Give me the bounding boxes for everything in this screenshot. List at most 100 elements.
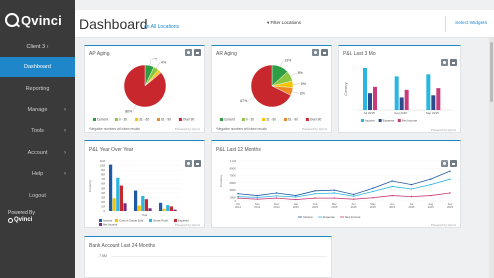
data-point [430, 178, 432, 180]
card-tools [185, 49, 201, 56]
select-widgets-button[interactable]: Select Widgets [455, 21, 487, 26]
client-selector[interactable]: Client 3 › [0, 40, 75, 54]
bar [166, 205, 170, 211]
data-point [449, 178, 451, 180]
download-icon[interactable] [194, 49, 201, 56]
data-point [314, 190, 316, 192]
y-tick-label: 9M [101, 168, 106, 172]
legend-swatch [99, 219, 102, 222]
chevron-right-icon: › [64, 107, 66, 113]
data-point [333, 189, 336, 191]
data-point [449, 192, 451, 194]
view-icon[interactable] [312, 49, 319, 56]
pl-12mo-line-chart: 1.1M900K700K500K300K100K0CurrencyOct2014… [219, 159, 453, 219]
bar [169, 206, 173, 211]
sidebar-item-manage[interactable]: Manage › [0, 100, 75, 120]
sidebar-item-logout[interactable]: Logout [0, 186, 75, 206]
slice-label: 7% [152, 58, 157, 61]
legend-swatch [178, 118, 182, 121]
gridline [111, 256, 327, 257]
filter-locations-label: Filter Locations [270, 20, 302, 25]
x-tick-label: 2014 [254, 205, 260, 209]
data-point [333, 192, 336, 194]
legend-label: Income [365, 119, 375, 123]
data-point [410, 188, 413, 190]
series-line [237, 178, 451, 198]
sidebar-item-label: Dashboard [24, 64, 51, 70]
sidebar-item-reporting[interactable]: Reporting [0, 79, 75, 99]
x-tick-label: 2015 [331, 205, 337, 209]
filter-icon: ▾ [267, 20, 270, 25]
legend-swatch [262, 118, 266, 121]
legend-label: Expense [383, 119, 395, 123]
sidebar-item-dashboard[interactable]: Dashboard [0, 57, 75, 77]
legend-swatch [93, 118, 96, 121]
bar [141, 196, 145, 211]
scrollbar-thumb[interactable] [490, 42, 493, 102]
ar-aging-card: AR Aging 13% 8% 5% 6% 67% Current 0 - 30 31 - 6… [211, 45, 332, 133]
powered-logo-text: Qvinci [14, 217, 33, 223]
qvinci-logo[interactable]: Qvinci [5, 10, 71, 30]
bar [404, 89, 409, 110]
legend-swatch [361, 119, 364, 122]
x-tick-label: 2015 [428, 205, 434, 209]
bar [123, 203, 127, 211]
view-icon[interactable] [185, 49, 192, 56]
bar [426, 74, 431, 110]
data-point [333, 197, 336, 199]
y-tick-label: 500K [229, 181, 236, 185]
card-title: P&L Year Over Year [89, 147, 134, 153]
legend-swatch [115, 219, 118, 222]
legend-swatch [241, 118, 245, 121]
bar [373, 86, 377, 110]
legend-label: Over 90 [183, 118, 195, 122]
x-tick-label: Aug 2015 [394, 111, 407, 115]
bar [368, 93, 372, 110]
legend-label: Current [224, 118, 235, 122]
sidebar-item-tools[interactable]: Tools › [0, 121, 75, 141]
card-title: AP Aging [89, 51, 110, 57]
data-point [352, 193, 355, 196]
ap-aging-card: AP Aging 7% 4% 86% Current 0 - 30 31 - 60 61 -… [84, 45, 205, 133]
filter-locations-button[interactable]: ▾ Filter Locations [267, 20, 301, 26]
location-link[interactable]: on All Locations [144, 24, 179, 30]
legend-swatch [378, 119, 382, 122]
qvinci-logo-icon [5, 13, 19, 27]
card-title: P&L Last 3 Mo [343, 51, 376, 57]
x-tick-label: 2015 [351, 205, 357, 209]
bank-account-card: Bank Account Last 24 Months 7.5M [84, 236, 332, 278]
legend-label: 0 - 30 [246, 118, 254, 122]
x-tick-label: 2014 [235, 205, 241, 209]
data-point [295, 198, 297, 201]
legend-swatch [157, 118, 160, 121]
slice-leader-line [132, 104, 137, 112]
pl-last-3-months-card: P&L Last 3 Mo Currency Jul 2015 Aug 2015 Se… [338, 45, 461, 133]
data-point [410, 183, 413, 186]
legend-label: Cost of Goods Sold [119, 219, 144, 223]
sidebar-item-account[interactable]: Account › [0, 143, 75, 163]
header-divider [445, 16, 446, 32]
legend-swatch [114, 118, 118, 121]
legend-swatch [397, 119, 401, 122]
card-title: Bank Account Last 24 Months [89, 243, 156, 249]
data-point [391, 180, 393, 182]
y-tick-label: 4M [101, 191, 106, 195]
y-tick-label: 8M [101, 173, 106, 177]
legend-label: 31 - 60 [139, 118, 149, 122]
bar [431, 95, 436, 110]
data-point [314, 193, 316, 195]
y-tick-label: 1M [101, 204, 106, 208]
download-icon[interactable] [321, 49, 328, 56]
data-point [430, 183, 432, 186]
x-tick-label: Jul 2015 [363, 111, 375, 115]
bar [162, 208, 166, 211]
y-tick-label: 0 [103, 209, 105, 213]
legend-swatch [284, 118, 287, 121]
sidebar-item-help[interactable]: Help › [0, 164, 75, 184]
sidebar-item-label: Manage [27, 107, 48, 113]
pl-3mo-bar-chart: Currency Jul 2015 Aug 2015 Sep 2015 Income Ex… [344, 68, 452, 123]
x-axis-title: Year [141, 213, 147, 217]
legend-swatch [99, 223, 102, 226]
data-point [352, 198, 355, 200]
bar [112, 198, 116, 211]
